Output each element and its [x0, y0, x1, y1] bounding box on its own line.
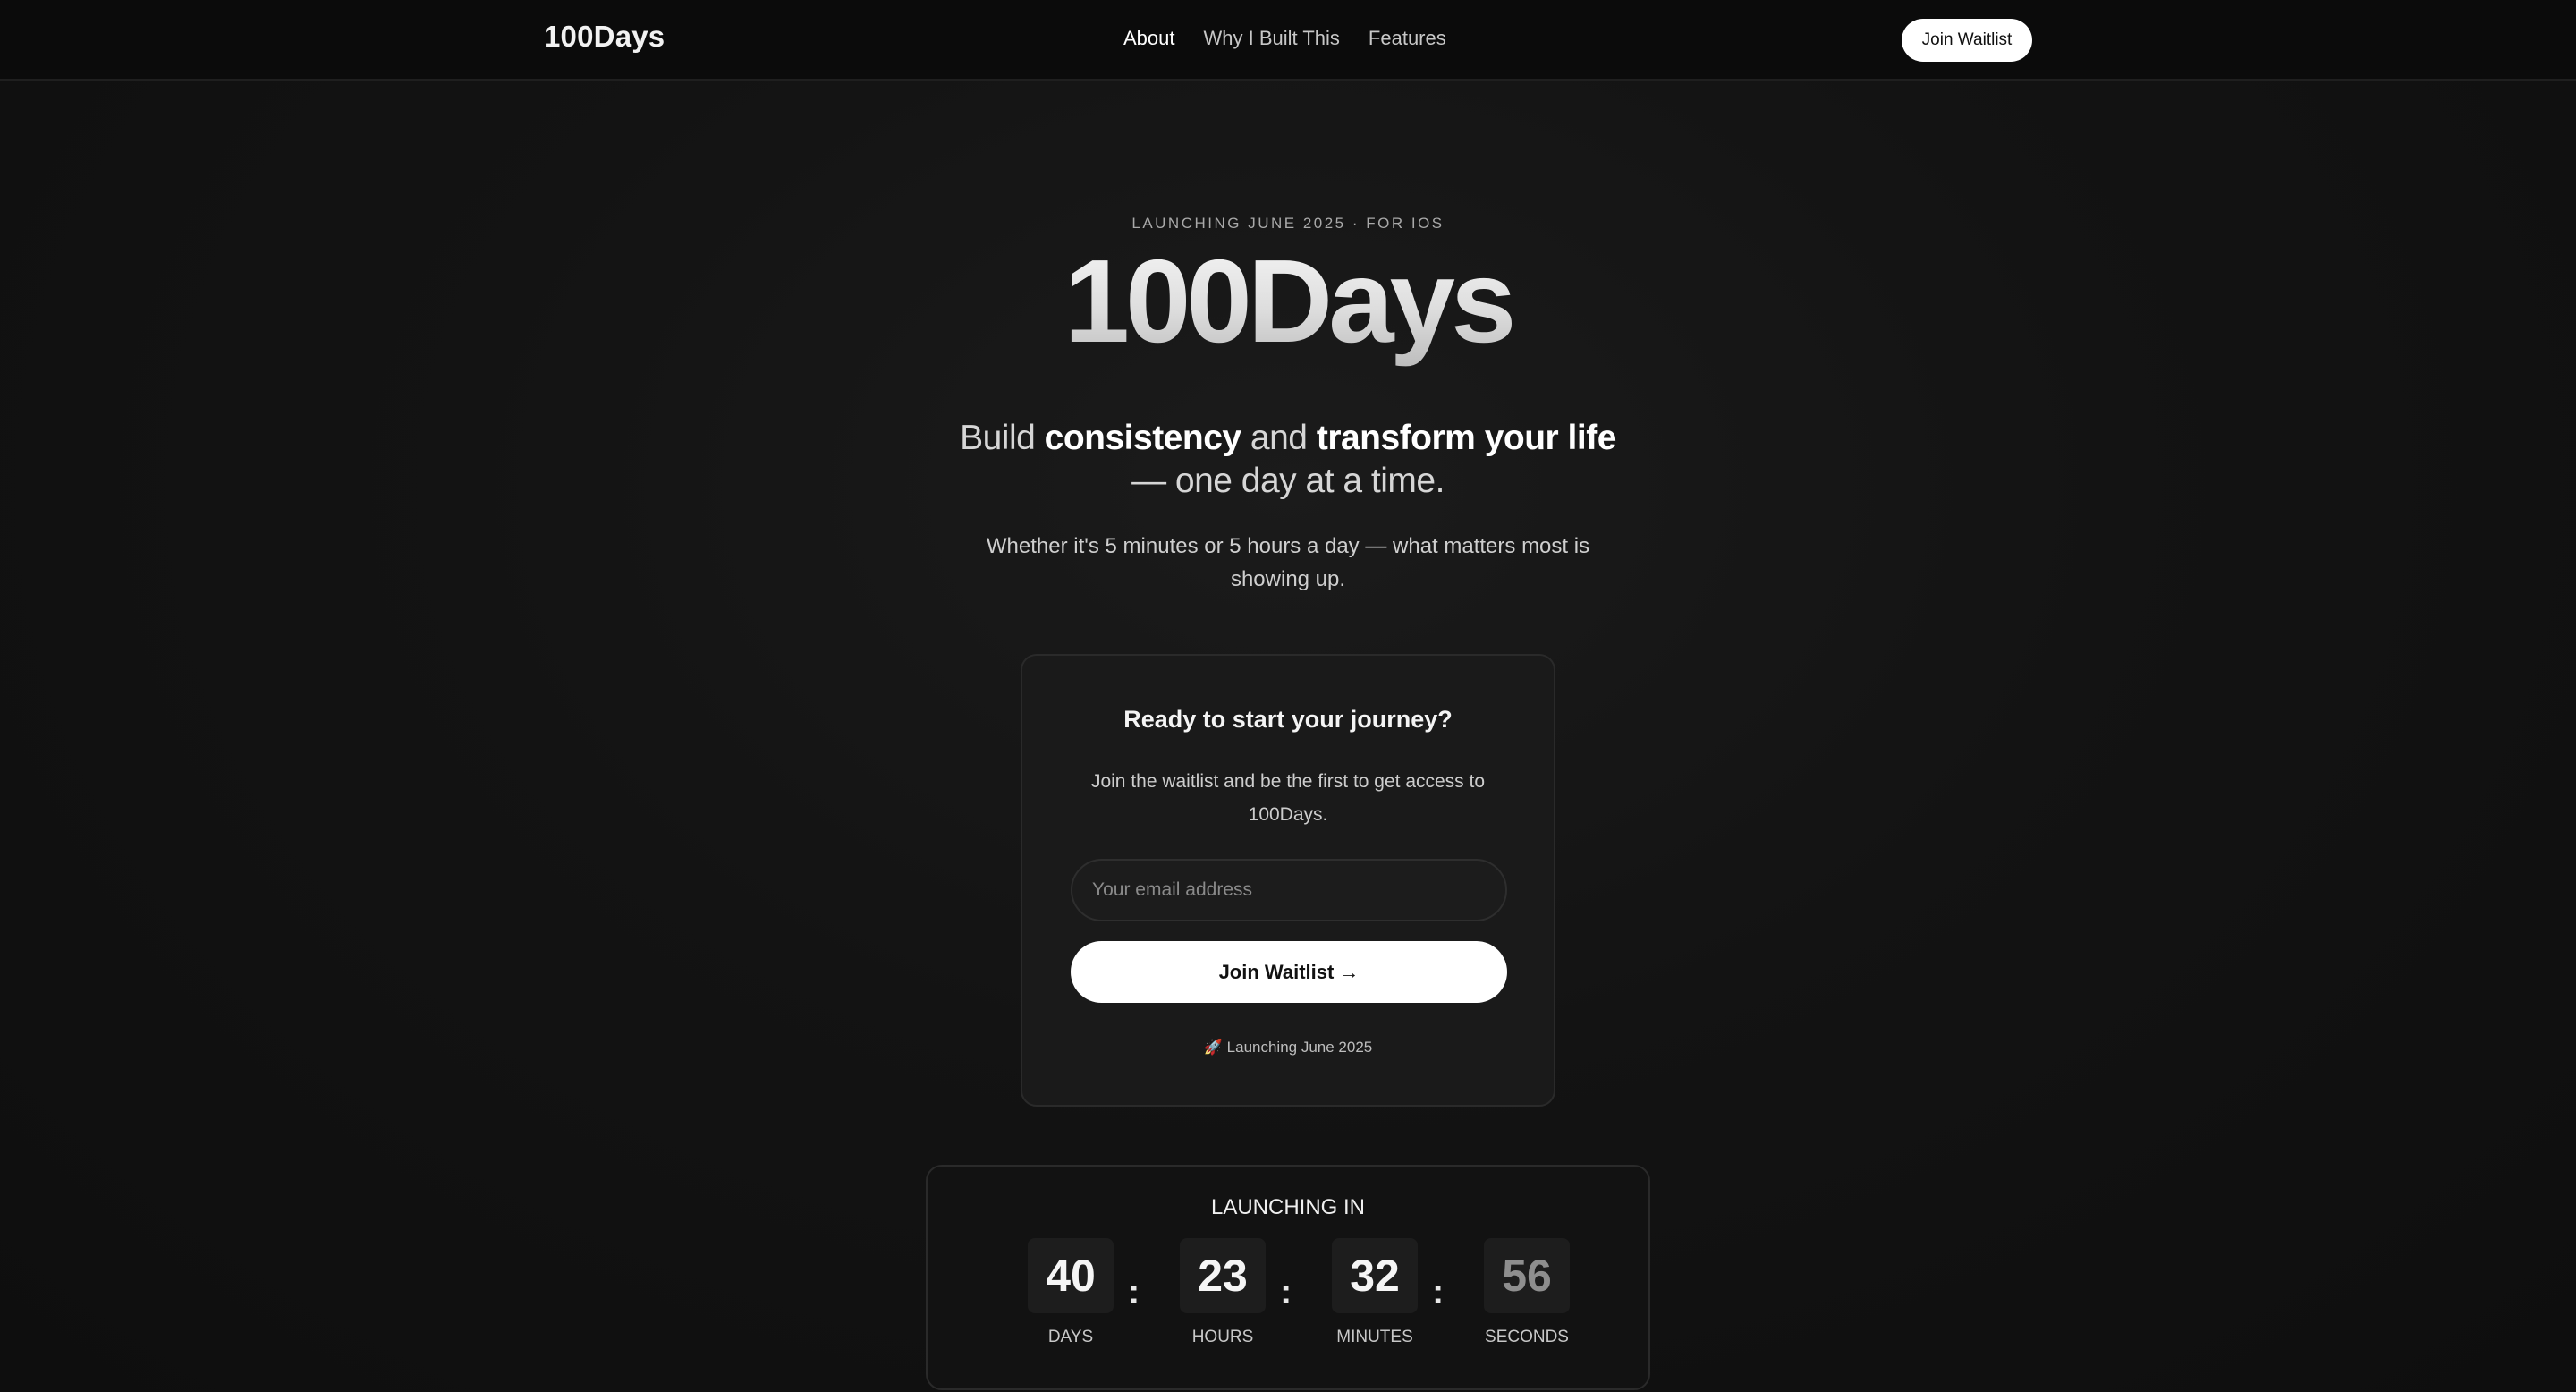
join-waitlist-button[interactable]: Join Waitlist →: [1071, 941, 1507, 1003]
waitlist-card: Ready to start your journey? Join the wa…: [1021, 654, 1555, 1107]
countdown-separator: :: [1280, 1272, 1292, 1311]
waitlist-description: Join the waitlist and be the first to ge…: [1090, 771, 1486, 825]
hero-subtext: Whether it's 5 minutes or 5 hours a day …: [986, 534, 1590, 591]
countdown-separator: :: [1432, 1272, 1445, 1311]
email-input[interactable]: [1071, 859, 1507, 921]
top-nav: 100Days About Why I Built This Features …: [0, 0, 2576, 81]
tagline-emphasis-transform: transform your life: [1316, 419, 1617, 457]
countdown-minutes-label: MINUTES: [1336, 1328, 1413, 1346]
countdown-separator: :: [1128, 1272, 1140, 1311]
countdown-minutes-value: 32: [1332, 1238, 1418, 1313]
hero-tagline: Build consistency and transform your lif…: [0, 417, 2576, 503]
nav-link-about[interactable]: About: [1123, 27, 1175, 50]
tagline-emphasis-consistency: consistency: [1044, 419, 1241, 457]
countdown-title: LAUNCHING IN: [1210, 1195, 1366, 1219]
countdown-seconds-label: SECONDS: [1485, 1328, 1569, 1346]
tagline-part: — one day at a time.: [1131, 462, 1445, 500]
nav-join-waitlist-button[interactable]: Join Waitlist: [1902, 19, 2032, 62]
countdown-panel: LAUNCHING IN 40 DAYS : 23 HOURS : 32 MIN…: [926, 1165, 1650, 1390]
nav-links: About Why I Built This Features: [1123, 27, 1446, 50]
countdown-minutes: 32 MINUTES: [1321, 1238, 1428, 1347]
countdown-hours: 23 HOURS: [1169, 1238, 1276, 1347]
launch-note-text: Launching June 2025: [1226, 1039, 1373, 1056]
launch-note: 🚀 Launching June 2025: [1022, 1039, 1554, 1057]
countdown-days-value: 40: [1028, 1238, 1114, 1313]
countdown-days-label: DAYS: [1047, 1328, 1094, 1346]
launch-eyebrow: LAUNCHING JUNE 2025 · FOR IOS: [1131, 215, 1445, 232]
countdown-hours-value: 23: [1180, 1238, 1266, 1313]
countdown-days: 40 DAYS: [1017, 1238, 1124, 1347]
rocket-icon: 🚀: [1203, 1039, 1223, 1056]
countdown-seconds-value: 56: [1484, 1238, 1570, 1313]
countdown-seconds: 56 SECONDS: [1473, 1238, 1580, 1347]
tagline-part: Build: [960, 419, 1045, 457]
waitlist-title: Ready to start your journey?: [1123, 706, 1453, 733]
landing-page: 100Days About Why I Built This Features …: [0, 0, 2576, 1392]
nav-link-why-i-built-this[interactable]: Why I Built This: [1204, 27, 1340, 50]
countdown-hours-label: HOURS: [1191, 1328, 1254, 1346]
hero-title: 100Days: [0, 234, 2576, 369]
nav-link-features[interactable]: Features: [1368, 27, 1446, 50]
tagline-part: and: [1241, 419, 1317, 457]
brand-logo[interactable]: 100Days: [544, 20, 665, 54]
